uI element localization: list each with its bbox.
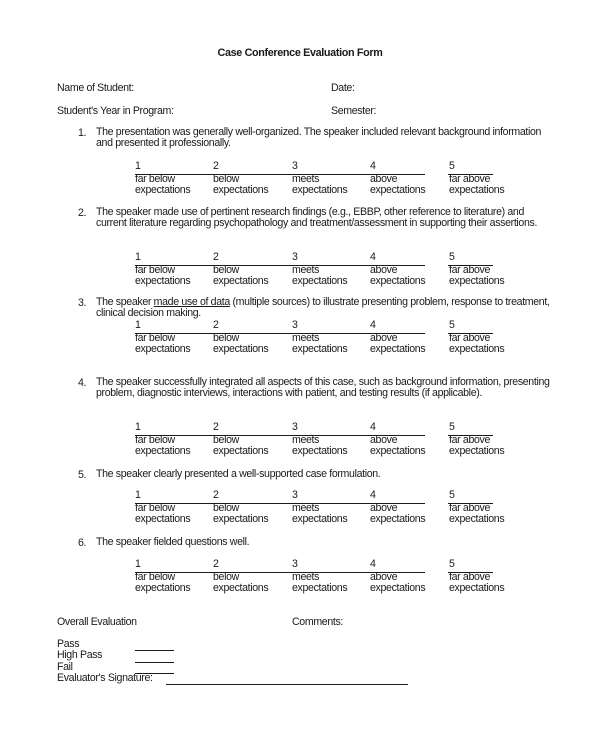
rating-option-3[interactable]: 3 meets expectations [292,160,348,197]
rating-option-5[interactable]: 5 far above expectations [449,160,505,197]
question-text: The speaker made use of data (multiple s… [96,296,556,319]
form-title: Case Conference Evaluation Form [217,47,383,59]
question-number: 6. [78,537,87,549]
rating-label: expectations [135,184,191,197]
rating-option-3[interactable]: 3 meets expectations [292,319,348,356]
rating-option-3[interactable]: 3 meets expectations [292,558,348,595]
question-number: 5. [78,469,87,481]
rating-option-1[interactable]: 1 far below expectations [135,160,191,197]
rating-label: expectations [292,582,348,595]
rating-label: expectations [213,184,269,197]
rating-option-2[interactable]: 2 below expectations [213,558,269,595]
rating-label: expectations [135,513,191,526]
rating-label: expectations [213,445,269,458]
rating-label: expectations [449,513,505,526]
rating-option-4[interactable]: 4 above expectations [370,251,426,288]
rating-label: expectations [449,184,505,197]
rating-label: expectations [449,582,505,595]
rating-scale[interactable]: 1 far below expectations 2 below expectation… [135,160,505,201]
rating-option-4[interactable]: 4 above expectations [370,421,426,458]
question-text: The speaker successfully integrated all … [96,376,550,400]
rating-scale[interactable]: 1 far below expectations 2 below expectation… [135,421,505,462]
rating-option-5[interactable]: 5 far above expectations [449,489,505,526]
rating-option-2[interactable]: 2 below expectations [213,489,269,526]
date-label: Date: [331,82,355,94]
question-number: 4. [78,377,87,389]
rating-label: expectations [449,275,505,288]
rating-option-3[interactable]: 3 meets expectations [292,251,348,288]
semester-label: Semester: [331,105,377,117]
rating-label: expectations [370,343,426,356]
rating-option-2[interactable]: 2 below expectations [213,160,269,197]
rating-label: expectations [449,445,505,458]
rating-option-2[interactable]: 2 below expectations [213,421,269,458]
rating-option-2[interactable]: 2 below expectations [213,251,269,288]
rating-option-3[interactable]: 3 meets expectations [292,489,348,526]
question-text-part: The speaker [96,296,154,308]
rating-label: expectations [213,513,269,526]
rating-option-3[interactable]: 3 meets expectations [292,421,348,458]
rating-label: expectations [213,582,269,595]
rating-option-5[interactable]: 5 far above expectations [449,558,505,595]
rating-option-4[interactable]: 4 above expectations [370,160,426,197]
question-number: 3. [78,297,87,309]
rating-label: expectations [135,582,191,595]
rating-option-4[interactable]: 4 above expectations [370,489,426,526]
year-in-program-label: Student's Year in Program: [57,105,174,117]
rating-label: expectations [292,513,348,526]
rating-label: expectations [370,184,426,197]
underlined-phrase: made use of data [153,296,231,308]
rating-label: expectations [370,513,426,526]
rating-option-4[interactable]: 4 above expectations [370,319,426,356]
comments-label: Comments: [292,616,344,628]
rating-option-5[interactable]: 5 far above expectations [449,251,505,288]
rating-option-4[interactable]: 4 above expectations [370,558,426,595]
rating-scale[interactable]: 1 far below expectations 2 below expectation… [135,489,505,530]
rating-option-1[interactable]: 1 far below expectations [135,251,191,288]
rating-option-2[interactable]: 2 below expectations [213,319,269,356]
signature-label: Evaluator's Signature: [57,672,153,685]
question-number: 1. [78,127,87,139]
rating-label: expectations [135,445,191,458]
question-text: The speaker clearly presented a well-sup… [96,468,381,480]
rating-label: expectations [135,275,191,288]
pass-blank[interactable] [135,650,174,651]
rating-option-1[interactable]: 1 far below expectations [135,558,191,595]
rating-label: expectations [370,275,426,288]
rating-label: expectations [213,275,269,288]
overall-evaluation-heading: Overall Evaluation [57,616,137,628]
rating-label: expectations [135,343,191,356]
rating-label: expectations [292,184,348,197]
rating-label: expectations [370,445,426,458]
rating-scale[interactable]: 1 far below expectations 2 below expectation… [135,558,505,599]
rating-option-5[interactable]: 5 far above expectations [449,421,505,458]
rating-label: expectations [213,343,269,356]
question-text: The presentation was generally well-orga… [96,126,542,150]
rating-label: expectations [292,343,348,356]
name-of-student-label: Name of Student: [57,82,134,94]
rating-scale[interactable]: 1 far below expectations 2 below expectation… [135,251,505,292]
signature-line[interactable] [166,684,408,685]
question-text: The speaker made use of pertinent resear… [96,206,538,230]
rating-scale[interactable]: 1 far below expectations 2 below expectation… [135,319,505,360]
rating-option-1[interactable]: 1 far below expectations [135,489,191,526]
rating-option-1[interactable]: 1 far below expectations [135,319,191,356]
rating-option-5[interactable]: 5 far above expectations [449,319,505,356]
fail-blank[interactable] [135,673,174,674]
rating-label: expectations [449,343,505,356]
question-text: The speaker fielded questions well. [96,536,250,548]
rating-label: expectations [292,445,348,458]
question-number: 2. [78,207,87,219]
high-pass-blank[interactable] [135,662,174,663]
rating-option-1[interactable]: 1 far below expectations [135,421,191,458]
rating-label: expectations [370,582,426,595]
rating-label: expectations [292,275,348,288]
